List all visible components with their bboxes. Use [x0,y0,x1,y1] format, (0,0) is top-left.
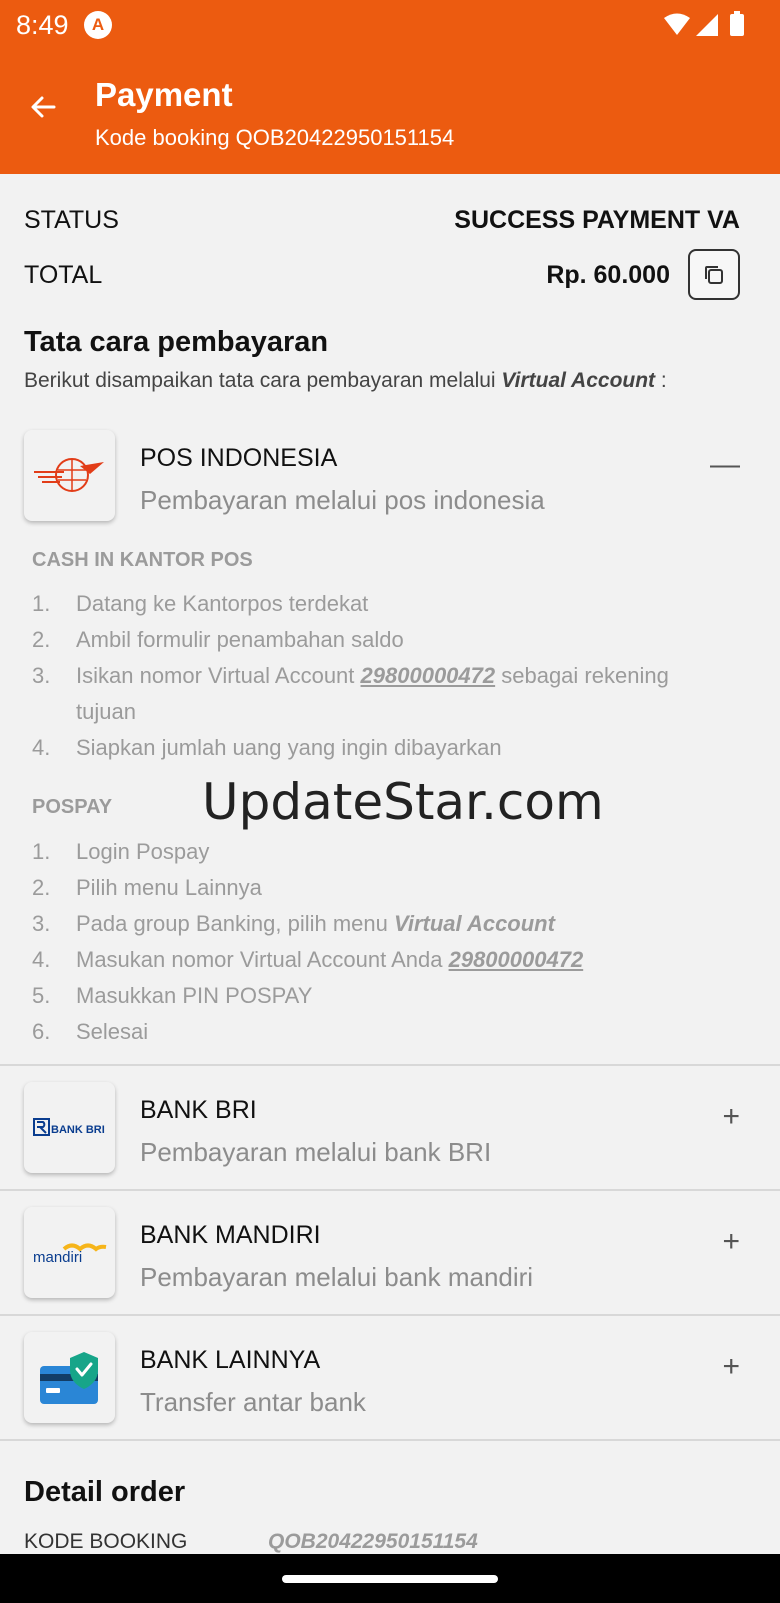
instructions-intro: Berikut disampaikan tata cara pembayaran… [24,369,667,392]
virtual-account-number: 29800000472 [360,663,496,688]
bank-name: BANK MANDIRI [140,1221,321,1249]
signal-icon [696,14,718,36]
copy-total-button[interactable] [688,249,740,300]
total-row: TOTAL Rp. 60.000 [24,261,670,293]
copy-icon [705,266,723,284]
system-icons [630,10,760,40]
card-shield-icon [24,1332,115,1423]
status-row: STATUS SUCCESS PAYMENT VA [24,206,740,238]
status-bar: 8:49 A [0,0,780,50]
bank-item-bri[interactable]: BANK BRI BANK BRI Pembayaran melalui ban… [0,1082,780,1182]
pospay-title: POSPAY [32,796,113,818]
bank-bri-logo: BANK BRI [24,1082,115,1173]
booking-code-value: QOB20422950151154 [268,1530,478,1553]
divider [0,1064,780,1066]
divider [0,1314,780,1316]
bank-name: BANK LAINNYA [140,1346,321,1374]
watermark: UpdateStar.com [202,773,604,831]
virtual-account-number: 29800000472 [448,947,584,972]
bank-description: Pembayaran melalui bank BRI [140,1137,492,1167]
mandiri-logo: mandiri [24,1207,115,1298]
bank-name: BANK BRI [140,1096,257,1124]
page-title: Payment [95,76,233,113]
pos-indonesia-logo [24,430,115,521]
detail-order-title: Detail order [24,1476,186,1508]
bank-name: POS INDONESIA [140,444,338,472]
divider [0,1439,780,1441]
bank-item-mandiri[interactable]: mandiri BANK MANDIRI Pembayaran melalui … [0,1207,780,1307]
booking-code-label: KODE BOOKING [24,1530,188,1553]
cash-kantor-pos-title: CASH IN KANTOR POS [32,549,253,571]
status-label: STATUS [24,206,119,234]
bank-description: Transfer antar bank [140,1387,366,1417]
back-arrow-icon[interactable] [28,92,58,122]
clock: 8:49 [16,10,69,40]
bank-item-pos-indonesia[interactable]: POS INDONESIA Pembayaran melalui pos ind… [0,430,780,530]
total-label: TOTAL [24,261,103,289]
expand-icon[interactable]: + [722,1102,740,1132]
app-notification-icon: A [84,11,112,39]
booking-code-subtitle: Kode booking QOB20422950151154 [95,125,455,150]
expand-icon[interactable]: + [722,1352,740,1382]
status-value: SUCCESS PAYMENT VA [454,206,740,234]
divider [0,1189,780,1191]
home-gesture-handle[interactable] [282,1575,498,1583]
total-value: Rp. 60.000 [546,261,670,289]
bank-item-lainnya[interactable]: BANK LAINNYA Transfer antar bank + [0,1332,780,1432]
instructions-title: Tata cara pembayaran [24,326,329,358]
svg-text:mandiri: mandiri [33,1249,82,1266]
expand-icon[interactable]: + [722,1227,740,1257]
system-navigation-bar [0,1554,780,1603]
bank-description: Pembayaran melalui pos indonesia [140,485,545,515]
battery-icon [730,11,744,36]
bank-description: Pembayaran melalui bank mandiri [140,1262,534,1292]
collapse-icon[interactable]: — [710,450,740,480]
svg-text:BANK BRI: BANK BRI [51,1124,105,1136]
wifi-icon [664,13,690,35]
app-bar: Payment Kode booking QOB20422950151154 [0,50,780,174]
